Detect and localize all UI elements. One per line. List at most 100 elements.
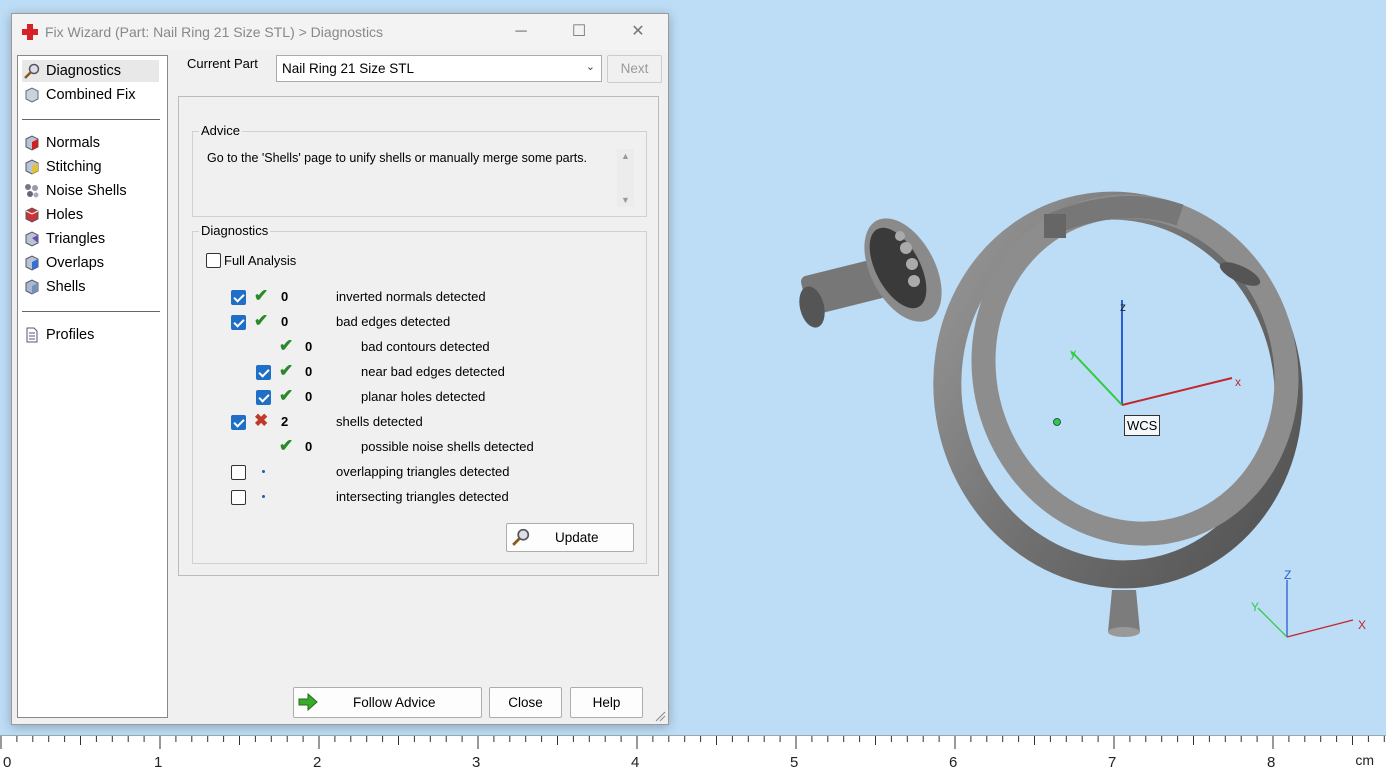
document-icon [26, 327, 38, 343]
check-icon: ✔ [279, 386, 294, 405]
inverted-normals-count: 0 [281, 289, 289, 304]
nav-label: Stitching [46, 159, 102, 175]
bad-contours-count: 0 [305, 339, 313, 354]
advice-title: Advice [199, 123, 243, 138]
planar-holes-checkbox[interactable] [256, 390, 271, 405]
noise-shells-icon [25, 184, 39, 198]
mini-y-label: Y [1251, 600, 1260, 614]
near-bad-edges-count: 0 [305, 364, 313, 379]
bad-edges-count: 0 [281, 314, 289, 329]
title-bar[interactable]: Fix Wizard (Part: Nail Ring 21 Size STL)… [12, 14, 668, 50]
wizard-nav: Diagnostics Combined Fix Normals Stitchi… [17, 55, 168, 718]
nav-separator [22, 119, 160, 120]
fix-wizard-window: Fix Wizard (Part: Nail Ring 21 Size STL)… [11, 13, 669, 725]
holes-icon [25, 207, 39, 223]
full-analysis-checkbox[interactable] [206, 253, 221, 268]
nav-label: Triangles [46, 231, 106, 247]
planar-holes-text: planar holes detected [361, 389, 486, 404]
check-icon: ✔ [254, 286, 269, 305]
overlapping-triangles-checkbox[interactable] [231, 465, 246, 480]
nav-item-diagnostics[interactable]: Diagnostics [22, 60, 159, 82]
intersecting-triangles-checkbox[interactable] [231, 490, 246, 505]
mini-x-label: X [1358, 618, 1367, 632]
axis-y-label: y [1070, 346, 1076, 360]
nav-label: Shells [46, 279, 86, 295]
minimize-button[interactable]: ─ [501, 20, 541, 44]
shells-checkbox[interactable] [231, 415, 246, 430]
nav-item-overlaps[interactable]: Overlaps [22, 252, 159, 274]
ruler-label-4: 4 [631, 754, 640, 771]
follow-advice-button[interactable]: Follow Advice [293, 687, 482, 718]
scroll-up-icon[interactable]: ▲ [621, 151, 630, 161]
follow-advice-label: Follow Advice [353, 695, 436, 710]
shells-text: shells detected [336, 414, 423, 429]
ruler-label-3: 3 [472, 754, 481, 771]
diagnostics-group: Diagnostics Full Analysis ✔ 0 inverted n… [192, 223, 647, 564]
nav-item-triangles[interactable]: Triangles [22, 228, 159, 250]
advice-scrollbar[interactable]: ▲ ▼ [617, 149, 634, 207]
stitching-icon [25, 159, 39, 175]
ruler-label-1: 1 [154, 754, 163, 771]
nav-item-profiles[interactable]: Profiles [22, 324, 159, 346]
help-button[interactable]: Help [570, 687, 643, 718]
scroll-down-icon[interactable]: ▼ [621, 195, 630, 205]
advice-text: Go to the 'Shells' page to unify shells … [207, 151, 587, 165]
nav-item-shells[interactable]: Shells [22, 276, 159, 298]
dot-icon [262, 495, 265, 498]
maximize-button[interactable]: ☐ [559, 20, 599, 44]
close-button[interactable]: Close [489, 687, 562, 718]
overlaps-icon [25, 255, 39, 271]
current-part-select[interactable]: Nail Ring 21 Size STL ⌄ [276, 55, 602, 82]
nav-item-stitching[interactable]: Stitching [22, 156, 159, 178]
dot-icon [262, 470, 265, 473]
nav-item-holes[interactable]: Holes [22, 204, 159, 226]
check-icon: ✔ [254, 311, 269, 330]
close-window-button[interactable]: ✕ [618, 20, 658, 44]
nav-label: Holes [46, 207, 84, 223]
nav-item-normals[interactable]: Normals [22, 132, 159, 154]
magnifier-icon [512, 528, 530, 546]
nav-item-combined-fix[interactable]: Combined Fix [22, 84, 159, 106]
app-cross-icon [22, 24, 38, 40]
bad-edges-text: bad edges detected [336, 314, 451, 329]
near-bad-edges-text: near bad edges detected [361, 364, 505, 379]
ruler-label-5: 5 [790, 754, 799, 771]
full-analysis-label: Full Analysis [224, 253, 297, 268]
planar-holes-count: 0 [305, 389, 313, 404]
next-button[interactable]: Next [607, 55, 662, 83]
triangles-icon [25, 231, 39, 247]
near-bad-edges-checkbox[interactable] [256, 365, 271, 380]
orientation-axes [1257, 580, 1354, 638]
cube-icon [25, 87, 39, 103]
nav-label: Noise Shells [46, 183, 127, 199]
overlapping-triangles-text: overlapping triangles detected [336, 464, 510, 479]
advice-group: Advice Go to the 'Shells' page to unify … [192, 123, 647, 217]
check-icon: ✔ [279, 436, 294, 455]
wcs-label: WCS [1124, 415, 1161, 436]
cross-icon: ✖ [254, 411, 269, 430]
ruler-label-8: 8 [1267, 754, 1276, 771]
bad-contours-text: bad contours detected [361, 339, 490, 354]
nav-separator [22, 311, 160, 312]
nav-item-noise-shells[interactable]: Noise Shells [22, 180, 159, 202]
ruler-ticks [0, 736, 1385, 749]
magnifier-icon [24, 63, 40, 79]
nav-label: Normals [46, 135, 100, 151]
ruler-unit: cm [1355, 752, 1374, 768]
noise-shells-text: possible noise shells detected [361, 439, 534, 454]
shells-icon [25, 279, 39, 295]
bad-edges-checkbox[interactable] [231, 315, 246, 330]
ruler-label-6: 6 [949, 754, 958, 771]
noise-shells-count: 0 [305, 439, 313, 454]
inverted-normals-checkbox[interactable] [231, 290, 246, 305]
nav-label: Overlaps [46, 255, 105, 271]
update-button[interactable]: Update [506, 523, 634, 552]
resize-grip-icon[interactable] [654, 710, 666, 722]
chevron-down-icon: ⌄ [585, 61, 595, 73]
nav-label: Profiles [46, 327, 95, 343]
current-part-value: Nail Ring 21 Size STL [282, 61, 415, 76]
ring-spiral [933, 191, 1303, 589]
mini-z-label: Z [1284, 568, 1292, 582]
window-title: Fix Wizard (Part: Nail Ring 21 Size STL)… [45, 24, 384, 40]
inverted-normals-text: inverted normals detected [336, 289, 486, 304]
